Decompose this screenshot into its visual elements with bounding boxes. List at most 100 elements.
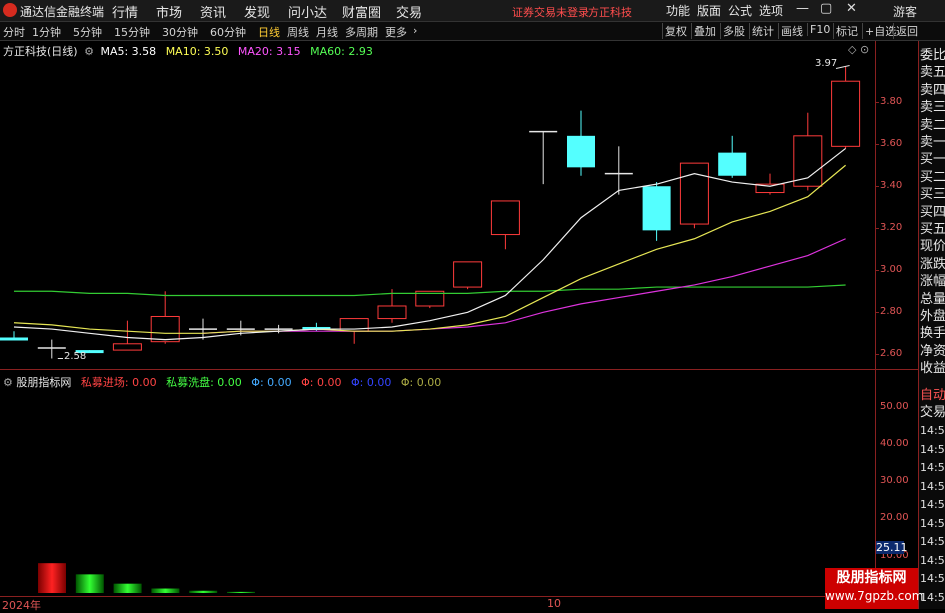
price-tick-label: 2.80 <box>880 306 903 318</box>
menu-jiaoyi[interactable]: 交易 <box>396 2 422 21</box>
menu-banmian[interactable]: 版面 <box>697 2 721 19</box>
quote-label: 总量 <box>920 291 945 307</box>
tick-time: 14:56 <box>920 424 945 437</box>
indicator-bar <box>227 591 255 593</box>
candle-body <box>793 135 823 187</box>
period-daily[interactable]: 日线 <box>258 24 280 40</box>
quote-label: 涨跌 <box>920 256 945 272</box>
app-title: 通达信金融终端 <box>20 5 105 19</box>
candle-body <box>679 162 709 225</box>
menu-wenxiaoda[interactable]: 问小达 <box>288 2 327 21</box>
tool-duogu[interactable]: 多股 <box>720 23 747 39</box>
tool-tongji[interactable]: 统计 <box>749 23 776 39</box>
tick-time: 14:56 <box>920 498 945 511</box>
quote-label: 现价 <box>920 239 945 255</box>
period-multi[interactable]: 多周期 <box>345 24 378 40</box>
menu-caifuquan[interactable]: 财富圈 <box>342 2 381 21</box>
quote-label: 卖一 <box>920 135 945 150</box>
period-15min[interactable]: 15分钟 <box>114 24 150 40</box>
candlestick-chart[interactable] <box>0 56 875 369</box>
tool-huaxian[interactable]: 画线 <box>778 23 805 39</box>
menu-gongshi[interactable]: 公式 <box>728 2 752 19</box>
minimize-button[interactable]: — <box>796 1 809 16</box>
price-tick <box>875 186 879 188</box>
candle-body <box>377 305 407 320</box>
price-tick-label: 3.40 <box>880 180 903 192</box>
period-5min[interactable]: 5分钟 <box>73 24 102 40</box>
candle-body <box>718 152 747 176</box>
indicator-axis-line <box>875 370 876 597</box>
menu-zixun[interactable]: 资讯 <box>200 2 226 21</box>
period-monthly[interactable]: 月线 <box>316 24 338 40</box>
indicator-tick-label: 40.00 <box>880 437 909 449</box>
ma5-line <box>13 147 846 341</box>
tick-time: 14:56 <box>920 553 945 567</box>
tick-time: 14:56 <box>920 516 945 530</box>
maximize-button[interactable]: ▢ <box>820 1 832 16</box>
stock-name-header: 方正科技 <box>588 6 632 19</box>
candle-body <box>642 186 671 231</box>
menu-xuanxiang[interactable]: 选项 <box>759 2 783 19</box>
price-tick <box>875 144 879 146</box>
menu-faxian[interactable]: 发现 <box>244 2 270 21</box>
period-fenshi[interactable]: 分时 <box>3 24 25 40</box>
period-more[interactable]: 更多 <box>385 24 407 40</box>
period-1min[interactable]: 1分钟 <box>32 24 61 40</box>
indicator-chart[interactable] <box>0 388 875 593</box>
price-tick-label: 3.80 <box>880 96 903 108</box>
panel-settings-icon[interactable]: ◇ ⊙ <box>848 43 869 56</box>
menu-hangqing[interactable]: 行情 <box>112 2 138 21</box>
quote-panel: 委比 卖五 卖四 卖三 卖二 卖一 买一 买二 买三 买四 买五 现价 涨跌 涨幅 总量 外盘 换手 净资 收益 自动… <box>918 41 945 609</box>
high-annotation: 3.97 <box>815 58 838 69</box>
menu-gongneng[interactable]: 功能 <box>666 2 690 19</box>
price-tick <box>875 270 879 272</box>
indicator-bar <box>151 588 180 593</box>
login-status[interactable]: 证券交易未登录 <box>512 4 589 20</box>
tool-fuquan[interactable]: 复权 <box>662 23 689 39</box>
price-tick-label: 2.60 <box>880 348 903 360</box>
watermark: 股朋指标网 www.7gpzb.com <box>825 568 923 609</box>
candle-body <box>112 343 142 351</box>
ma60-line <box>14 284 846 297</box>
quote-label: 外盘 <box>920 309 945 324</box>
candle-body <box>567 135 595 168</box>
trade-mode-button[interactable]: 交易 <box>920 401 945 420</box>
period-weekly[interactable]: 周线 <box>287 24 309 40</box>
low-annotation: 2.58 <box>64 351 87 362</box>
quote-label: 买一 <box>920 152 945 168</box>
more-chevron-icon[interactable]: › <box>413 24 417 37</box>
quote-label: 买三 <box>920 187 945 203</box>
title-bar: 通达信金融终端 行情 市场 资讯 发现 问小达 财富圈 交易 证券交易未登录 方… <box>0 0 945 22</box>
watermark-title: 股朋指标网 <box>836 570 907 586</box>
menu-shichang[interactable]: 市场 <box>156 2 182 21</box>
candle-body <box>453 261 483 288</box>
guest-login-button[interactable]: 游客 <box>893 3 917 20</box>
date-label-year: 2024年 <box>2 599 41 612</box>
ma20-line <box>202 238 846 334</box>
tool-diejia[interactable]: 叠加 <box>691 23 718 39</box>
quote-label: 买五 <box>920 222 945 237</box>
quote-label: 卖三 <box>920 100 945 116</box>
price-tick-label: 3.00 <box>880 264 903 276</box>
quote-label: 涨幅 <box>920 274 945 290</box>
indicator-bar <box>38 563 66 593</box>
high-arrow <box>835 65 850 69</box>
date-label-month: 10 <box>547 597 561 610</box>
tool-biaoji[interactable]: 标记 <box>833 23 860 39</box>
candle-body <box>150 315 180 343</box>
date-divider <box>0 596 918 597</box>
price-axis-line <box>875 41 876 369</box>
quote-label: 卖二 <box>920 117 945 133</box>
panel-divider <box>0 369 918 370</box>
close-button[interactable]: ✕ <box>846 1 857 16</box>
quote-label: 买二 <box>920 169 945 185</box>
indicator-bar <box>189 590 218 593</box>
period-60min[interactable]: 60分钟 <box>210 24 246 40</box>
tool-f10[interactable]: F10 <box>807 23 832 36</box>
price-tick-label: 3.20 <box>880 222 903 234</box>
tool-fanhui[interactable]: 返回 <box>893 23 920 39</box>
period-30min[interactable]: 30分钟 <box>162 24 198 40</box>
quote-label: 换手 <box>920 326 945 342</box>
tick-time: 14:56 <box>920 535 945 548</box>
price-tick <box>875 102 879 104</box>
